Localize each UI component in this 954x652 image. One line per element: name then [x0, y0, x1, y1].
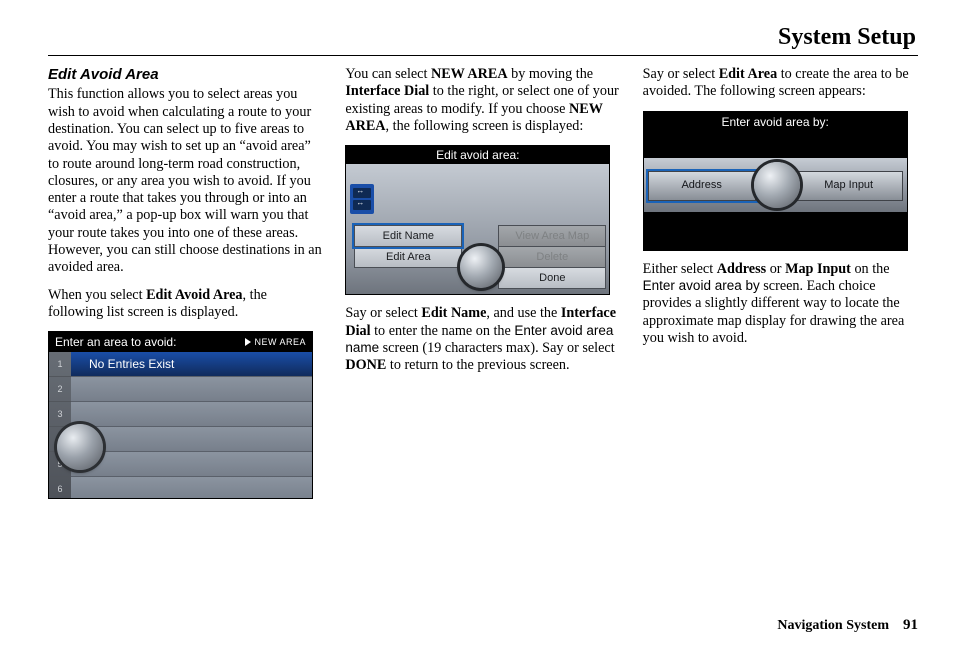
dial-icon[interactable]	[754, 162, 800, 208]
screenshot-title-bar: Enter an area to avoid: NEW AREA	[49, 332, 312, 352]
screen-name: Enter avoid area by	[643, 278, 760, 293]
num: 6	[49, 477, 71, 499]
list-item[interactable]: No Entries Exist	[71, 352, 312, 377]
col1-paragraph-1: This function allows you to select areas…	[48, 86, 323, 276]
text: on the	[851, 261, 890, 277]
text: When you select	[48, 287, 146, 303]
text: You can select	[345, 66, 431, 82]
list-item[interactable]	[71, 377, 312, 402]
play-icon	[245, 338, 251, 346]
map-input-button[interactable]: Map Input	[795, 171, 903, 201]
footer-label: Navigation System	[777, 618, 889, 633]
bold-text: Edit Area	[719, 66, 777, 82]
delete-button[interactable]: Delete	[498, 246, 606, 268]
label: NEW AREA	[254, 337, 306, 348]
columns: Edit Avoid Area This function allows you…	[48, 66, 918, 509]
manual-page: System Setup Edit Avoid Area This functi…	[0, 0, 954, 652]
screenshot-edit-avoid-area: Edit avoid area: Edit Name View Area Map…	[345, 145, 610, 295]
text: to enter the name on the	[371, 323, 515, 339]
col2-paragraph-1: You can select NEW AREA by moving the In…	[345, 66, 620, 135]
address-button[interactable]: Address	[648, 171, 756, 201]
dial-hint-icon	[350, 184, 374, 214]
column-1: Edit Avoid Area This function allows you…	[48, 66, 323, 509]
col2-paragraph-2: Say or select Edit Name, and use the Int…	[345, 305, 620, 374]
edit-name-button[interactable]: Edit Name	[354, 225, 462, 247]
bold-text: NEW AREA	[431, 66, 508, 82]
section-heading: Edit Avoid Area	[48, 66, 323, 84]
bold-text: Address	[717, 261, 766, 277]
view-area-map-button[interactable]: View Area Map	[498, 225, 606, 247]
screenshot-title-bar: Edit avoid area:	[346, 146, 609, 164]
bold-text: DONE	[345, 357, 386, 373]
column-2: You can select NEW AREA by moving the In…	[345, 66, 620, 509]
text: by moving the	[508, 66, 594, 82]
num: 2	[49, 377, 71, 402]
list-item[interactable]	[71, 452, 312, 477]
rows: No Entries Exist	[71, 352, 312, 499]
list-item[interactable]	[71, 427, 312, 452]
done-button[interactable]: Done	[498, 267, 606, 289]
bold-text: Interface Dial	[345, 83, 429, 99]
text: screen (19 characters max). Say or selec…	[379, 340, 615, 356]
screenshot-body: Address Map Input	[644, 158, 907, 212]
page-title: System Setup	[48, 24, 918, 51]
text: , the following screen is displayed:	[386, 118, 584, 134]
num: 1	[49, 352, 71, 377]
page-footer: Navigation System 91	[777, 617, 918, 634]
edit-area-button[interactable]: Edit Area	[354, 246, 462, 268]
page-number: 91	[903, 617, 918, 633]
title-text: Enter an area to avoid:	[55, 335, 176, 350]
column-3: Say or select Edit Area to create the ar…	[643, 66, 918, 509]
text: or	[766, 261, 785, 277]
list-item[interactable]	[71, 402, 312, 427]
text: Say or select	[345, 305, 421, 321]
bold-text: Edit Avoid Area	[146, 287, 242, 303]
bold-text: Edit Name	[421, 305, 486, 321]
text: to return to the previous screen.	[386, 357, 569, 373]
col3-paragraph-2: Either select Address or Map Input on th…	[643, 261, 918, 348]
col3-paragraph-1: Say or select Edit Area to create the ar…	[643, 66, 918, 101]
list-item[interactable]	[71, 477, 312, 499]
col1-paragraph-2: When you select Edit Avoid Area, the fol…	[48, 287, 323, 322]
screenshot-body: Edit Name View Area Map Edit Area Delete…	[346, 164, 609, 294]
bold-text: Map Input	[785, 261, 851, 277]
new-area-button[interactable]: NEW AREA	[245, 337, 306, 348]
header-rule	[48, 55, 918, 56]
num: 3	[49, 402, 71, 427]
screenshot-title-bar: Enter avoid area by:	[644, 112, 907, 134]
screenshot-enter-area: Enter an area to avoid: NEW AREA 1 2 3 4…	[48, 331, 313, 499]
screenshot-body: 1 2 3 4 5 6 No Entries Exist	[49, 352, 312, 499]
text: Either select	[643, 261, 717, 277]
text: , and use the	[486, 305, 560, 321]
screenshot-enter-avoid-area-by: Enter avoid area by: Address Map Input	[643, 111, 908, 251]
text: Say or select	[643, 66, 719, 82]
